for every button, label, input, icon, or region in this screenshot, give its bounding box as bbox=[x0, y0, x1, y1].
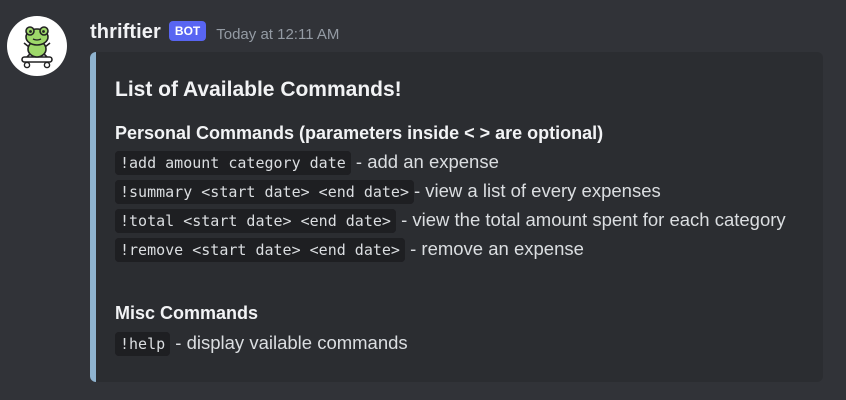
command-line: !total <start date> <end date> - view th… bbox=[115, 206, 805, 235]
command-line: !summary <start date> <end date> - view a… bbox=[115, 177, 805, 206]
field-name-misc: Misc Commands bbox=[115, 303, 259, 323]
embed: List of Available Commands! Personal Com… bbox=[90, 52, 823, 382]
command-code: !summary <start date> <end date> bbox=[115, 180, 414, 204]
embed-title: List of Available Commands! bbox=[115, 78, 402, 101]
command-line: !help - display vailable commands bbox=[115, 329, 805, 358]
frog-on-skateboard-icon bbox=[21, 26, 53, 69]
command-line: !add amount category date - add an expen… bbox=[115, 148, 805, 177]
command-description: - view the total amount spent for each c… bbox=[395, 209, 786, 230]
field-body-personal: !add amount category date - add an expen… bbox=[115, 148, 805, 264]
avatar[interactable] bbox=[7, 16, 67, 76]
bot-tag: BOT bbox=[168, 21, 207, 41]
command-code: !remove <start date> <end date> bbox=[115, 238, 405, 262]
command-description: - display vailable commands bbox=[170, 332, 408, 353]
bot-message: thriftier BOT Today at 12:11 AM List of … bbox=[0, 0, 846, 400]
timestamp[interactable]: Today at 12:11 AM bbox=[216, 26, 339, 43]
field-name-personal: Personal Commands (parameters inside < >… bbox=[115, 123, 604, 143]
field-body-misc: !help - display vailable commands bbox=[115, 329, 805, 358]
command-line: !remove <start date> <end date> - remove… bbox=[115, 235, 805, 264]
command-code: !total <start date> <end date> bbox=[115, 209, 396, 233]
command-code: !add amount category date bbox=[115, 151, 351, 175]
username[interactable]: thriftier bbox=[90, 21, 161, 44]
command-description: - view a list of every expenses bbox=[413, 180, 661, 201]
command-description: - add an expense bbox=[350, 151, 499, 172]
command-description: - remove an expense bbox=[404, 238, 584, 259]
message-header: thriftier BOT Today at 12:11 AM bbox=[90, 18, 339, 46]
command-code: !help bbox=[115, 332, 171, 356]
